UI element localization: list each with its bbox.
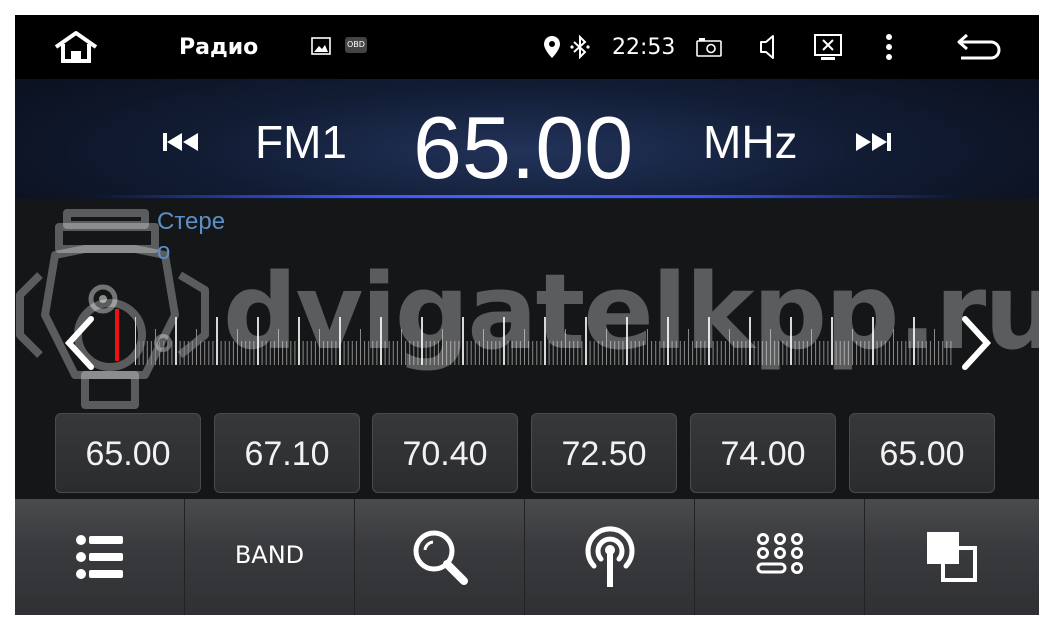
preset-button-4[interactable]: 72.50: [531, 413, 677, 493]
preset-button-6[interactable]: 65.00: [849, 413, 995, 493]
status-bar: Радио OBD 22:53: [15, 15, 1039, 79]
antenna-button[interactable]: [525, 499, 695, 615]
search-icon: [413, 530, 468, 585]
location-icon: [544, 36, 560, 58]
screen-off-icon[interactable]: [813, 31, 843, 63]
search-button[interactable]: [355, 499, 525, 615]
chevron-left-icon[interactable]: [61, 315, 101, 371]
band-label: FM1: [255, 116, 347, 168]
preset-button-3[interactable]: 70.40: [372, 413, 518, 493]
chevron-right-icon[interactable]: [955, 315, 995, 371]
preset-bar: 65.00 67.10 70.40 72.50 74.00 65.00: [55, 413, 999, 495]
volume-icon[interactable]: [755, 31, 783, 63]
antenna-icon: [585, 526, 634, 587]
more-vert-icon[interactable]: [879, 31, 899, 63]
obd-icon: OBD: [345, 37, 367, 53]
preset-button-2[interactable]: 67.10: [214, 413, 360, 493]
clock: 22:53: [612, 35, 676, 60]
preset-button-1[interactable]: 65.00: [55, 413, 201, 493]
band-button-label: BAND: [234, 541, 305, 569]
station-list-button[interactable]: [15, 499, 185, 615]
home-icon[interactable]: [51, 29, 101, 65]
camera-icon[interactable]: [695, 31, 723, 63]
seek-forward-icon[interactable]: [853, 131, 893, 153]
frequency-display: 65.00: [413, 98, 634, 197]
header-glow-line: [95, 195, 959, 198]
back-icon[interactable]: [953, 31, 1003, 63]
frequency-unit: MHz: [703, 116, 798, 168]
band-button[interactable]: BAND: [185, 499, 355, 615]
app-title: Радио: [179, 35, 259, 60]
tuning-needle: [115, 309, 119, 361]
tuner-header: FM1 65.00 MHz: [15, 79, 1039, 199]
bluetooth-icon: [570, 35, 590, 59]
list-icon: [75, 535, 123, 579]
watermark-text: dvigatelkpp.ru: [223, 251, 1039, 373]
tuning-dial[interactable]: Стерео dvigatelkpp.ru: [15, 199, 1039, 409]
keypad-icon: [756, 533, 803, 574]
window-switch-icon: [927, 532, 977, 582]
image-icon: [311, 37, 331, 55]
radio-screen: Радио OBD 22:53 FM1 65.00 MHz Стерео dvi…: [15, 15, 1039, 615]
preset-button-5[interactable]: 74.00: [690, 413, 836, 493]
bottom-toolbar: BAND: [15, 499, 1039, 615]
window-switch-button[interactable]: [865, 499, 1039, 615]
keypad-button[interactable]: [695, 499, 865, 615]
seek-back-icon[interactable]: [161, 131, 201, 153]
